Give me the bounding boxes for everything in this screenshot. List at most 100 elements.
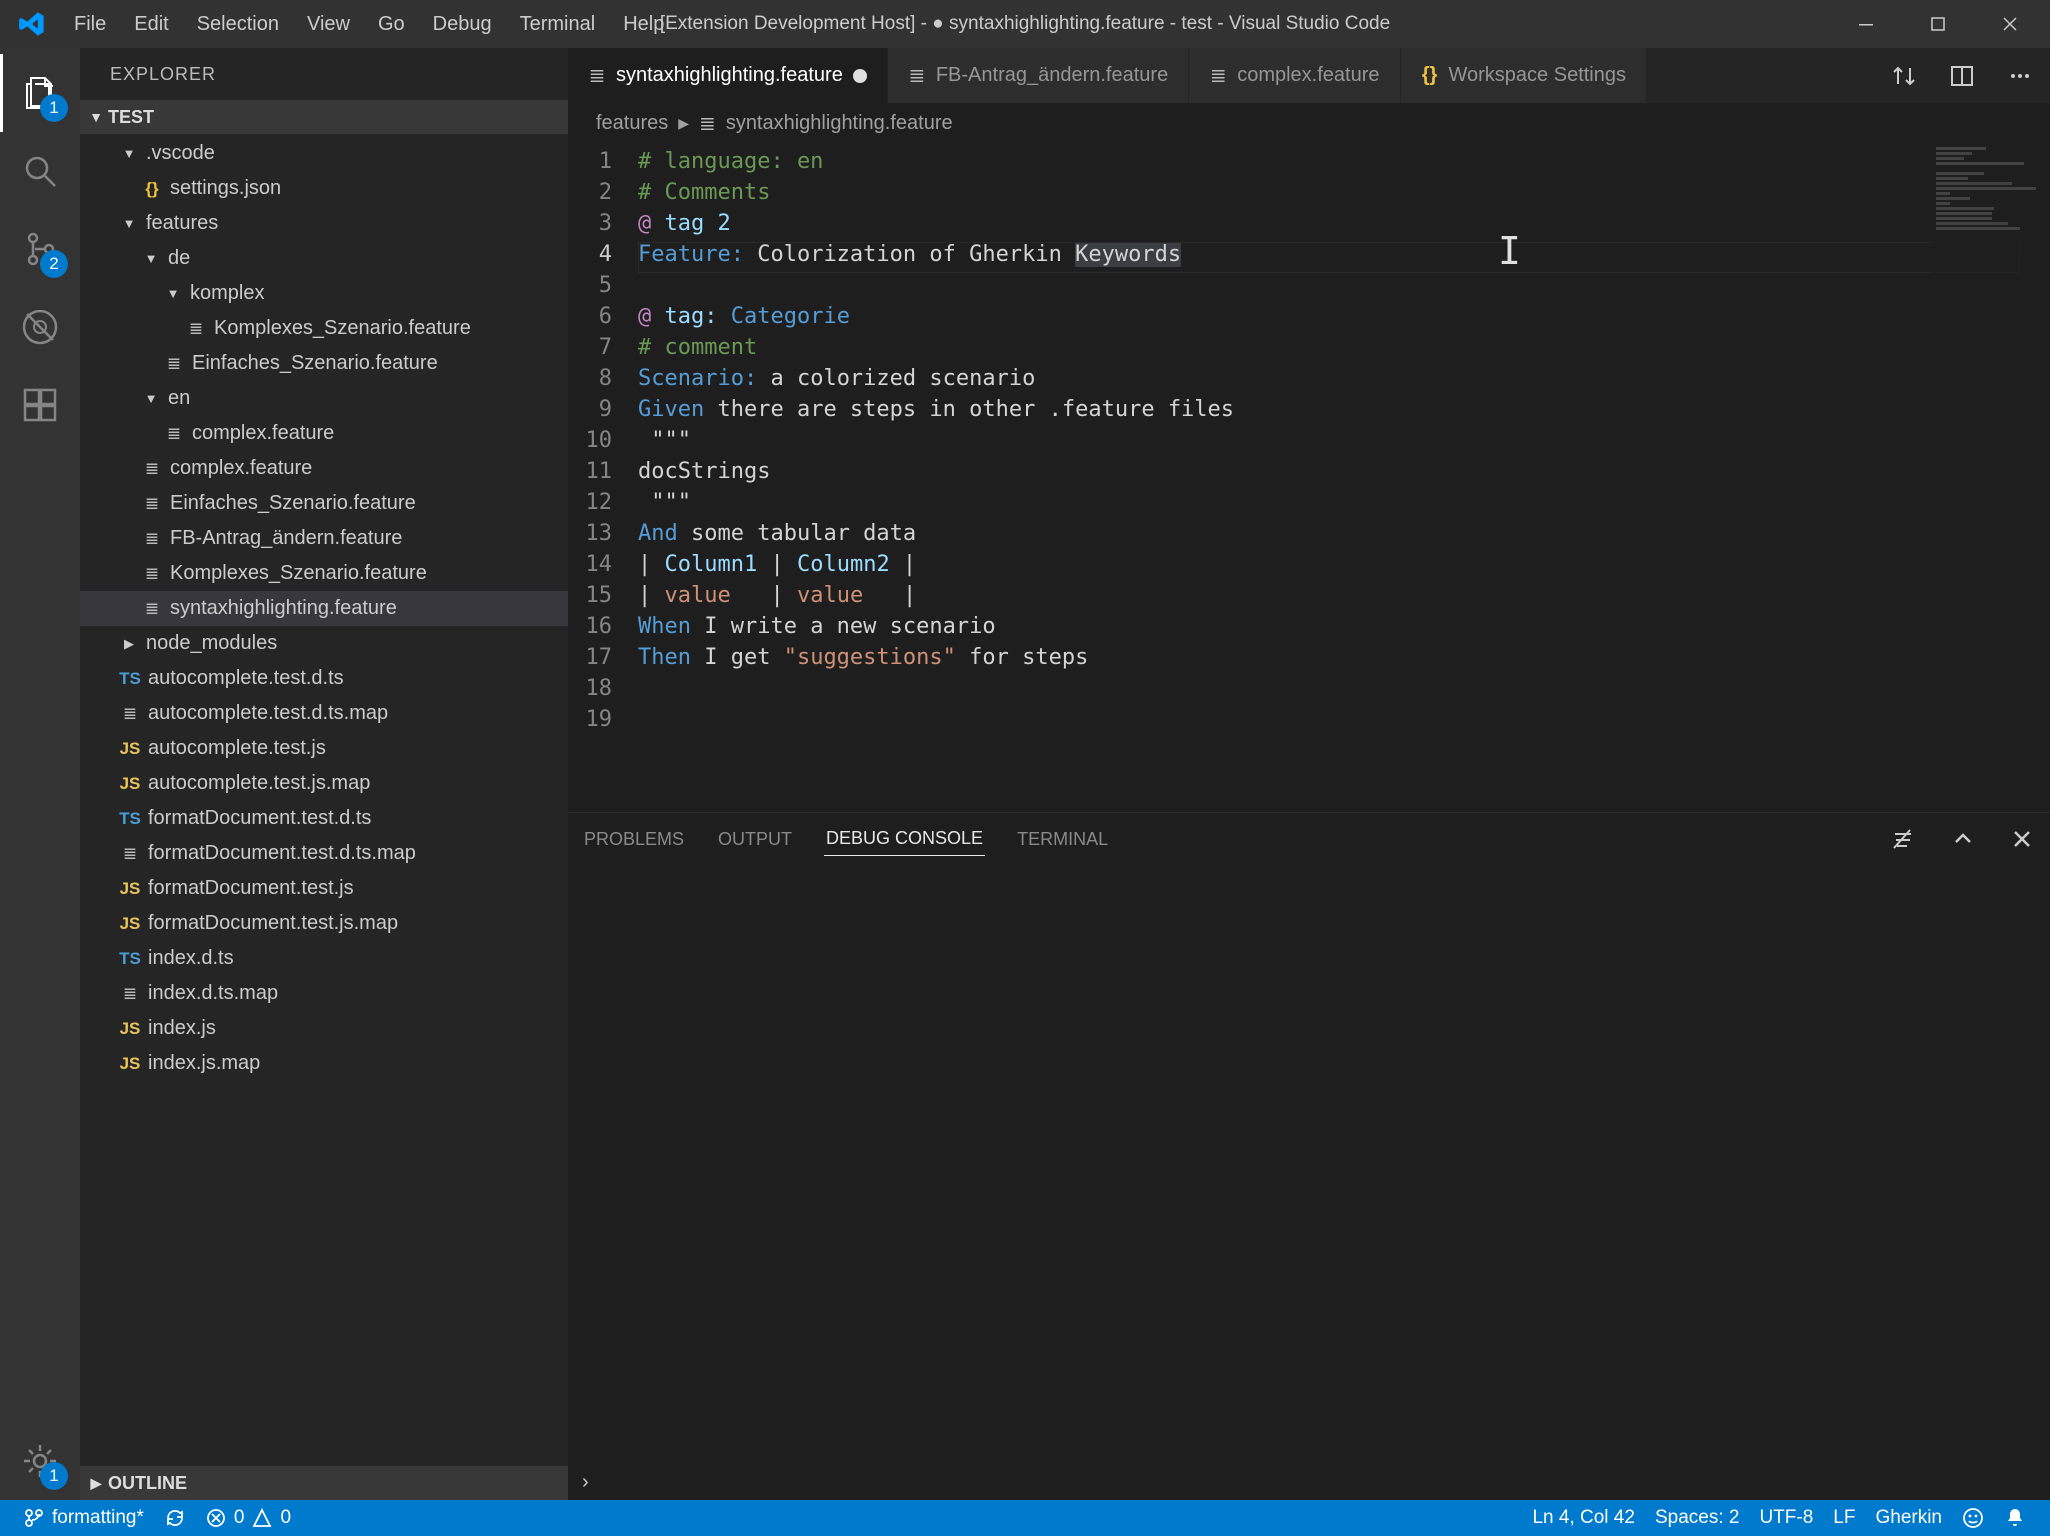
code-line[interactable]: # language: en	[638, 149, 2050, 180]
outline-section-header[interactable]: ▶ OUTLINE	[80, 1466, 568, 1500]
code-line[interactable]: When I write a new scenario	[638, 614, 2050, 645]
tree-file[interactable]: ≣Komplexes_Szenario.feature	[80, 556, 568, 591]
tree-file[interactable]: ≣Einfaches_Szenario.feature	[80, 486, 568, 521]
status-language[interactable]: Gherkin	[1865, 1507, 1952, 1529]
minimize-button[interactable]	[1830, 0, 1902, 48]
status-sync[interactable]	[154, 1507, 196, 1529]
code-line[interactable]	[638, 707, 2050, 738]
editor-tab[interactable]: ≣syntaxhighlighting.feature	[568, 48, 888, 103]
activity-scm[interactable]: 2	[0, 210, 80, 288]
breadcrumb-file[interactable]: syntaxhighlighting.feature	[726, 112, 953, 135]
menu-go[interactable]: Go	[364, 5, 419, 44]
status-feedback[interactable]	[1952, 1507, 1994, 1529]
editor-tab[interactable]: ≣complex.feature	[1189, 48, 1400, 103]
menu-selection[interactable]: Selection	[183, 5, 293, 44]
maximize-button[interactable]	[1902, 0, 1974, 48]
code-line[interactable]: @ tag 2	[638, 211, 2050, 242]
tree-file[interactable]: TSautocomplete.test.d.ts	[80, 661, 568, 696]
tree-file[interactable]: JSautocomplete.test.js.map	[80, 766, 568, 801]
code-line[interactable]	[638, 273, 2050, 304]
tree-folder[interactable]: ▼features	[80, 206, 568, 241]
editor-tab[interactable]: {}Workspace Settings	[1401, 48, 1648, 103]
code-line[interactable]: @ tag: Categorie	[638, 304, 2050, 335]
status-encoding[interactable]: UTF-8	[1749, 1507, 1823, 1529]
code-area[interactable]: I # language: en# Comments@ tag 2Feature…	[638, 143, 2050, 812]
code-line[interactable]: Then I get "suggestions" for steps	[638, 645, 2050, 676]
menu-debug[interactable]: Debug	[419, 5, 506, 44]
clear-console-icon[interactable]	[1888, 824, 1918, 854]
panel-tab-debug-console[interactable]: DEBUG CONSOLE	[824, 822, 985, 856]
minimap[interactable]	[1930, 143, 2050, 812]
tree-file[interactable]: ≣autocomplete.test.d.ts.map	[80, 696, 568, 731]
activity-debug[interactable]	[0, 288, 80, 366]
tree-file[interactable]: JSindex.js	[80, 1011, 568, 1046]
tree-folder[interactable]: ▶node_modules	[80, 626, 568, 661]
menu-file[interactable]: File	[60, 5, 120, 44]
tree-file[interactable]: TSindex.d.ts	[80, 941, 568, 976]
status-spaces[interactable]: Spaces: 2	[1645, 1507, 1750, 1529]
tree-file[interactable]: {}settings.json	[80, 171, 568, 206]
status-position[interactable]: Ln 4, Col 42	[1522, 1507, 1644, 1529]
code-line[interactable]: | value | value |	[638, 583, 2050, 614]
tree-file[interactable]: TSformatDocument.test.d.ts	[80, 801, 568, 836]
debug-console-body[interactable]: ›	[568, 865, 2050, 1500]
code-line[interactable]	[638, 676, 2050, 707]
activity-search[interactable]	[0, 132, 80, 210]
tree-file[interactable]: JSformatDocument.test.js.map	[80, 906, 568, 941]
menu-edit[interactable]: Edit	[120, 5, 182, 44]
tree-file[interactable]: JSautocomplete.test.js	[80, 731, 568, 766]
tree-folder[interactable]: ▼en	[80, 381, 568, 416]
tree-file[interactable]: ≣Komplexes_Szenario.feature	[80, 311, 568, 346]
editor-tab[interactable]: ≣FB-Antrag_ändern.feature	[888, 48, 1189, 103]
tree-file[interactable]: ≣index.d.ts.map	[80, 976, 568, 1011]
editor-body[interactable]: 12345678910111213141516171819 I # langua…	[568, 143, 2050, 812]
tree-file[interactable]: ≣FB-Antrag_ändern.feature	[80, 521, 568, 556]
close-panel-icon[interactable]	[2008, 825, 2036, 853]
tree-folder[interactable]: ▼komplex	[80, 276, 568, 311]
code-line[interactable]: Scenario: a colorized scenario	[638, 366, 2050, 397]
code-line[interactable]: """	[638, 428, 2050, 459]
activity-extensions[interactable]	[0, 366, 80, 444]
collapse-panel-icon[interactable]	[1948, 824, 1978, 854]
panel-tab-output[interactable]: OUTPUT	[716, 823, 794, 856]
status-eol[interactable]: LF	[1823, 1507, 1865, 1529]
tree-file[interactable]: ≣complex.feature	[80, 451, 568, 486]
tree-file[interactable]: ≣syntaxhighlighting.feature	[80, 591, 568, 626]
code-line[interactable]: | Column1 | Column2 |	[638, 552, 2050, 583]
code-line[interactable]: # Comments	[638, 180, 2050, 211]
tree-file[interactable]: JSformatDocument.test.js	[80, 871, 568, 906]
code-line[interactable]: Feature: Colorization of Gherkin Keyword…	[638, 242, 2050, 273]
status-branch[interactable]: formatting*	[14, 1507, 154, 1529]
code-line[interactable]: And some tabular data	[638, 521, 2050, 552]
tree-item-label: Komplexes_Szenario.feature	[214, 317, 471, 340]
tree-folder[interactable]: ▼.vscode	[80, 136, 568, 171]
split-editor-icon[interactable]	[1942, 56, 1982, 96]
tree-folder[interactable]: ▼de	[80, 241, 568, 276]
menu-terminal[interactable]: Terminal	[506, 5, 610, 44]
status-problems[interactable]: 0 0	[196, 1507, 301, 1529]
tree-file[interactable]: ≣Einfaches_Szenario.feature	[80, 346, 568, 381]
tree-item-label: autocomplete.test.d.ts.map	[148, 702, 388, 725]
code-line[interactable]: """	[638, 490, 2050, 521]
code-line[interactable]: # comment	[638, 335, 2050, 366]
more-actions-icon[interactable]	[2000, 56, 2040, 96]
tree-file[interactable]: JSindex.js.map	[80, 1046, 568, 1081]
explorer-section-header[interactable]: ▼ TEST	[80, 100, 568, 134]
activity-settings[interactable]: 1	[0, 1422, 80, 1500]
code-line[interactable]: docStrings	[638, 459, 2050, 490]
tree-file[interactable]: ≣complex.feature	[80, 416, 568, 451]
menu-view[interactable]: View	[293, 5, 364, 44]
compare-changes-icon[interactable]	[1884, 56, 1924, 96]
file-icon: ≣	[699, 111, 716, 136]
code-line[interactable]: Given there are steps in other .feature …	[638, 397, 2050, 428]
menu-help[interactable]: Help	[609, 5, 678, 44]
close-button[interactable]	[1974, 0, 2046, 48]
panel-tab-problems[interactable]: PROBLEMS	[582, 823, 686, 856]
activity-explorer[interactable]: 1	[0, 54, 80, 132]
tree-file[interactable]: ≣formatDocument.test.d.ts.map	[80, 836, 568, 871]
breadcrumb-folder[interactable]: features	[596, 112, 668, 135]
breadcrumbs[interactable]: features ▶ ≣ syntaxhighlighting.feature	[568, 103, 2050, 143]
file-type-icon: JS	[118, 1019, 142, 1039]
panel-tab-terminal[interactable]: TERMINAL	[1015, 823, 1110, 856]
status-notifications[interactable]	[1994, 1507, 2036, 1529]
